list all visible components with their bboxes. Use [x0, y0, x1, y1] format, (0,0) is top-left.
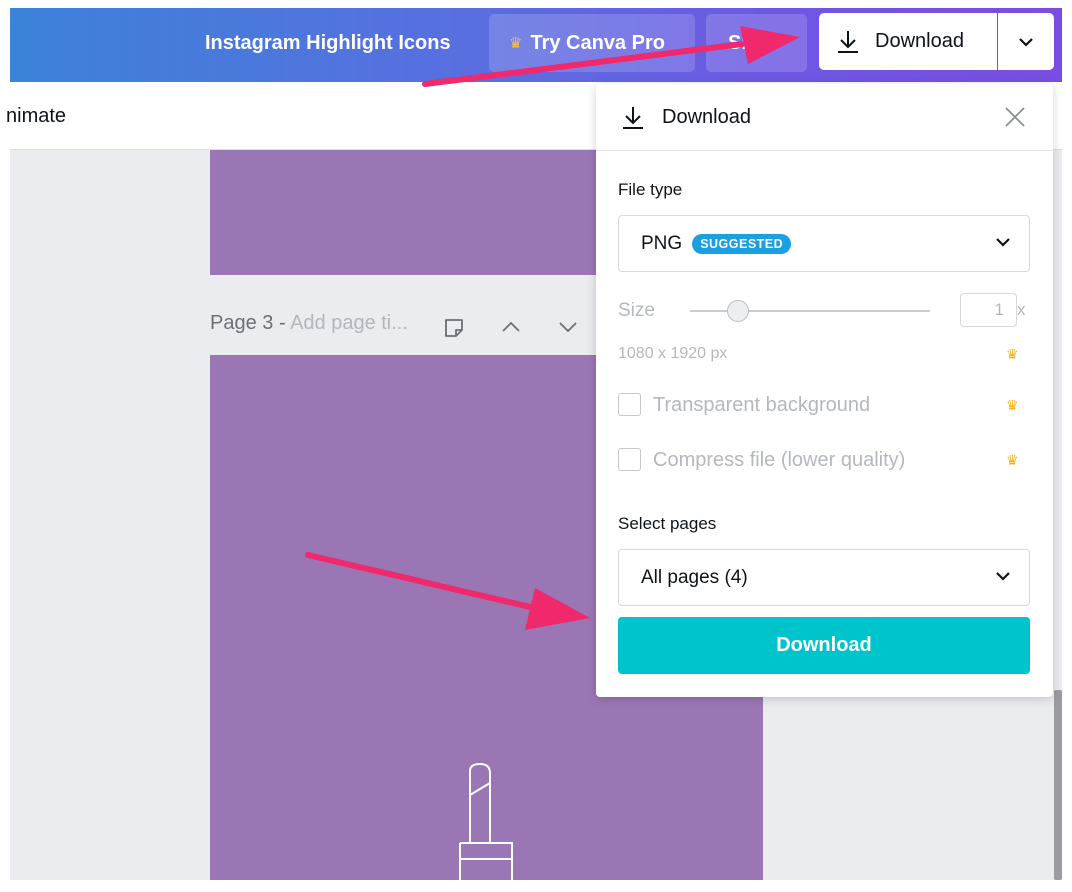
download-confirm-button[interactable]: Download [618, 617, 1030, 674]
download-icon [623, 107, 643, 129]
close-icon[interactable] [1004, 106, 1026, 128]
chevron-down-icon[interactable] [557, 316, 579, 338]
select-pages-select[interactable]: All pages (4) [618, 549, 1030, 606]
suggested-badge: SUGGESTED [692, 233, 792, 254]
size-slider-track[interactable] [690, 310, 930, 312]
file-type-label: File type [618, 180, 683, 199]
transparent-background-label: Transparent background [653, 394, 871, 416]
file-type-value: PNG [641, 232, 683, 254]
note-icon[interactable] [442, 316, 466, 340]
chevron-down-icon [996, 238, 1010, 247]
share-button[interactable]: Sh [706, 14, 807, 72]
chevron-up-icon[interactable] [500, 316, 522, 338]
try-canva-pro-button[interactable]: ♛ Try Canva Pro [489, 14, 695, 72]
page-title-input[interactable]: Add page ti... [290, 312, 408, 334]
animate-button[interactable]: nimate [6, 105, 66, 128]
download-icon [838, 30, 858, 53]
select-pages-label: Select pages [618, 514, 717, 533]
size-label: Size [618, 300, 655, 321]
page-label: Page 3 - [210, 312, 291, 334]
page-3-header: Page 3 - Add page ti... [210, 312, 408, 335]
crown-icon: ♛ [1006, 397, 1019, 413]
chevron-down-icon [996, 572, 1010, 581]
download-options-toggle[interactable] [998, 13, 1054, 70]
transparent-background-checkbox[interactable] [618, 393, 641, 416]
size-input[interactable]: 1 [960, 293, 1017, 327]
select-pages-value: All pages (4) [641, 566, 748, 588]
download-button[interactable]: Download [819, 13, 997, 70]
compress-file-label: Compress file (lower quality) [653, 449, 906, 471]
crown-icon: ♛ [1006, 452, 1019, 468]
download-panel-header: Download [596, 84, 1053, 151]
dimensions-text: 1080 x 1920 px [618, 345, 728, 362]
download-button-label: Download [875, 30, 964, 52]
file-type-select[interactable]: PNG SUGGESTED [618, 215, 1030, 272]
chevron-down-icon [1019, 37, 1033, 47]
try-canva-pro-label: Try Canva Pro [530, 31, 665, 54]
download-panel-title: Download [662, 106, 751, 128]
size-multiplier-suffix: x [1017, 300, 1026, 319]
canvas-scrollbar[interactable] [1054, 690, 1062, 880]
lipstick-icon [459, 763, 513, 880]
compress-file-checkbox[interactable] [618, 448, 641, 471]
crown-icon: ♛ [509, 35, 523, 52]
download-panel: Download File type PNG SUGGESTED Size 1 … [596, 84, 1053, 697]
document-title[interactable]: Instagram Highlight Icons [205, 32, 451, 55]
top-bar: Instagram Highlight Icons ♛ Try Canva Pr… [10, 8, 1062, 82]
size-slider-handle[interactable] [727, 300, 749, 322]
crown-icon: ♛ [1006, 346, 1019, 362]
